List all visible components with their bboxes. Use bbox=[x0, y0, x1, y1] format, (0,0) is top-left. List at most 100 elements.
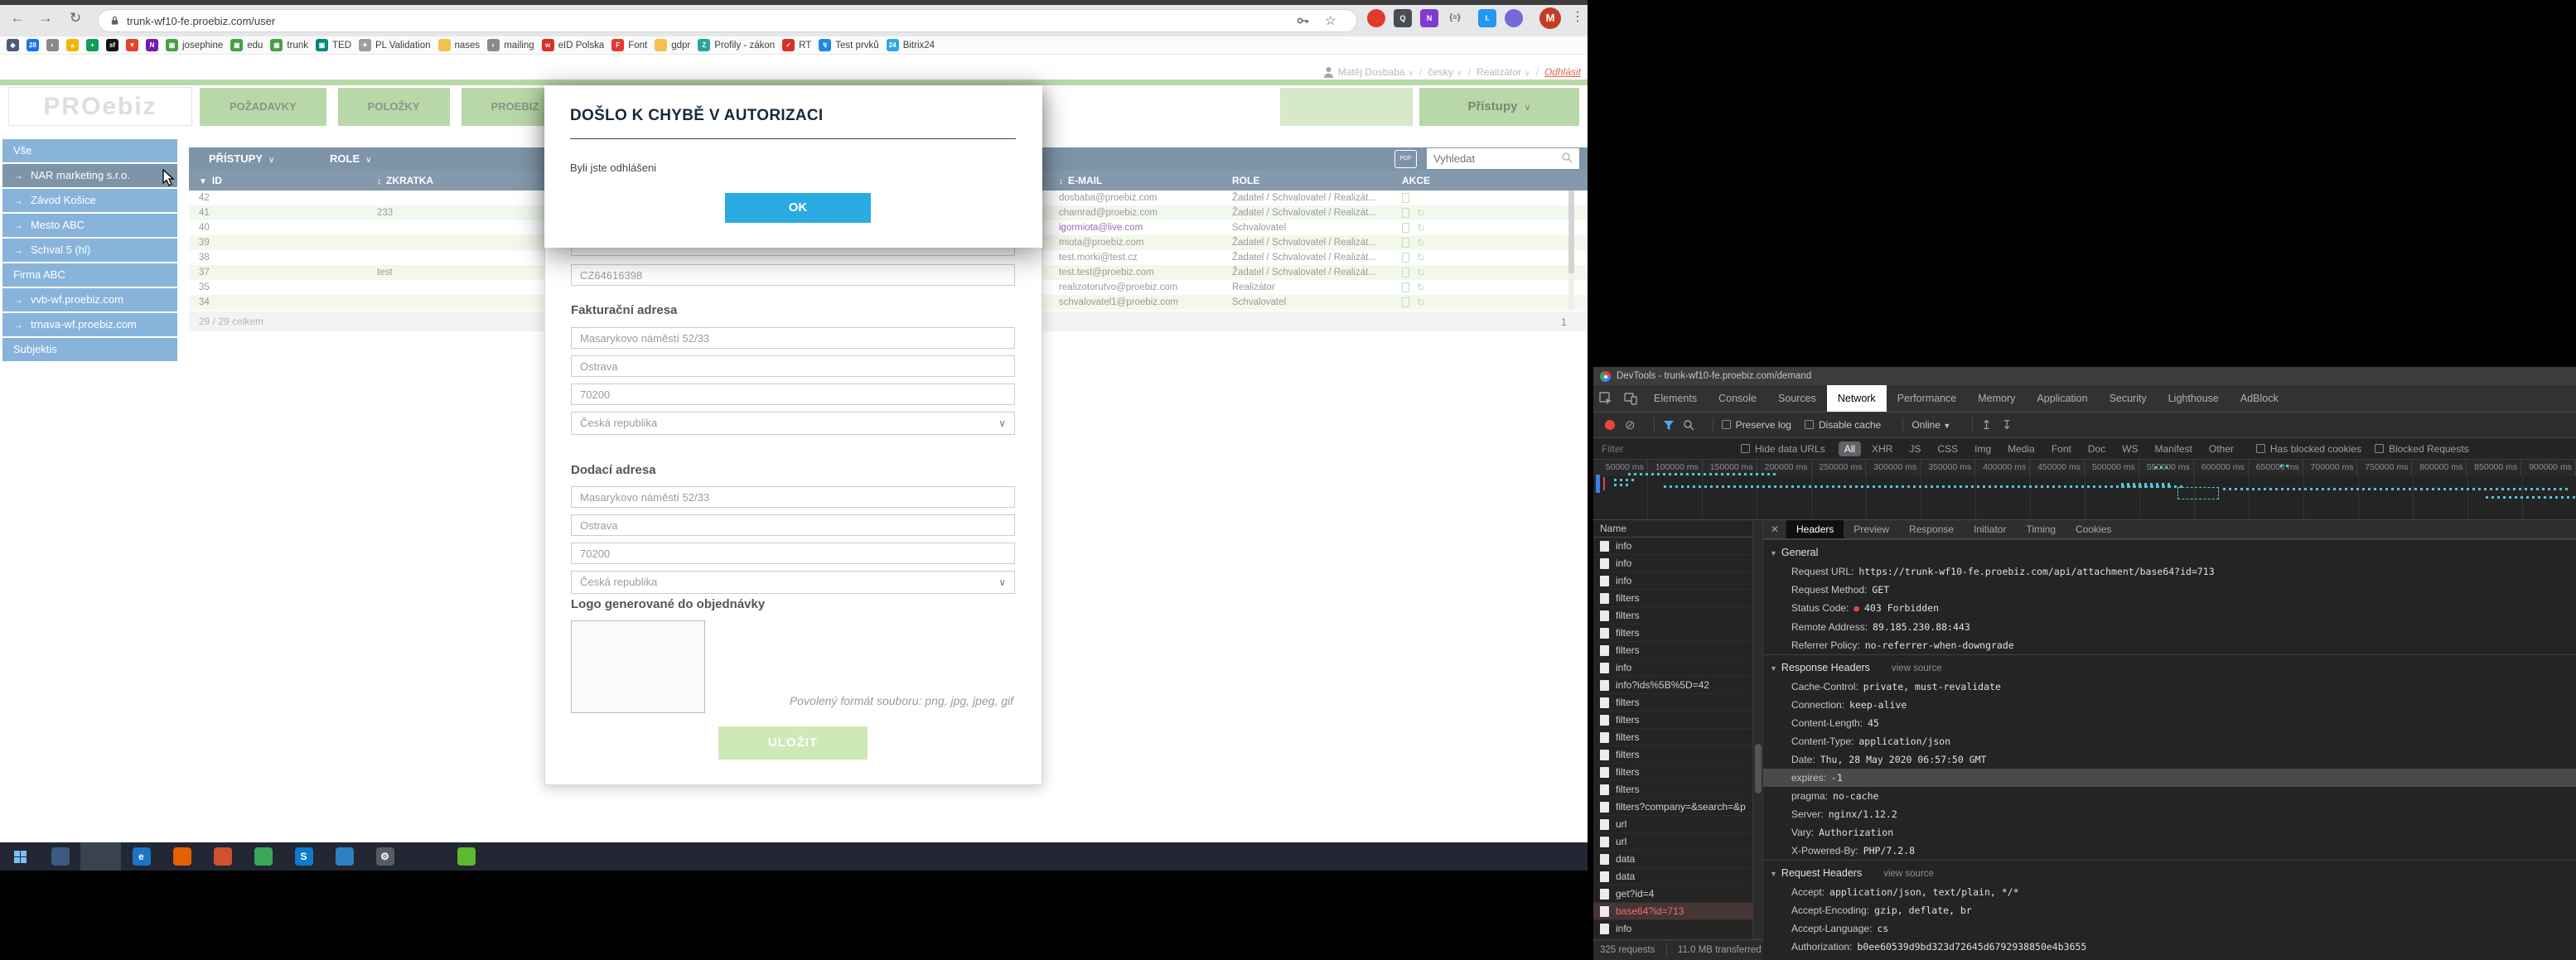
devtools-tab[interactable]: Network bbox=[1826, 385, 1887, 412]
forward-icon[interactable]: → bbox=[35, 10, 56, 27]
back-icon[interactable]: ← bbox=[7, 10, 28, 27]
filter-pill[interactable]: Other bbox=[2203, 441, 2240, 456]
filter-pill[interactable]: Img bbox=[1969, 441, 1997, 456]
bookmark-item[interactable]: Z Profily - zákon bbox=[698, 39, 775, 51]
request-row[interactable]: info bbox=[1593, 572, 1752, 590]
taskbar-app[interactable]: S bbox=[283, 842, 324, 871]
devtools-tab[interactable]: Memory bbox=[1967, 385, 2026, 412]
bookmark-item[interactable]: ◐ bbox=[46, 39, 59, 51]
extension-icon[interactable] bbox=[1505, 9, 1523, 27]
request-row[interactable]: data bbox=[1593, 868, 1752, 885]
copy-icon[interactable] bbox=[1402, 297, 1409, 307]
shipping-zip-field[interactable] bbox=[571, 543, 1015, 564]
devtools-tab[interactable]: Lighthouse bbox=[2158, 385, 2230, 412]
devtools-tab[interactable]: Console bbox=[1708, 385, 1767, 412]
shipping-country-select[interactable]: Česká republika ∨ bbox=[571, 571, 1015, 594]
header-row[interactable]: ▼Remote Address:89.185.230.88:443 bbox=[1763, 618, 2576, 636]
app-logo[interactable]: PROebiz bbox=[8, 87, 192, 126]
request-row[interactable]: filters bbox=[1593, 590, 1752, 607]
sidebar-item[interactable]: → vvb-wf.proebiz.com bbox=[2, 288, 177, 311]
shipping-city-field[interactable] bbox=[571, 514, 1015, 536]
detail-tab[interactable]: Headers bbox=[1786, 520, 1844, 538]
bookmark-item[interactable]: 24 Bitrix24 bbox=[886, 39, 935, 51]
sidebar-item[interactable]: → Mesto ABC bbox=[2, 214, 177, 237]
column-header-id[interactable]: ▼ ID bbox=[199, 171, 222, 192]
sidebar-item[interactable]: →Subjektis bbox=[2, 338, 177, 361]
billing-country-select[interactable]: Česká republika ∨ bbox=[571, 412, 1015, 435]
bookmark-item[interactable]: ▣ edu bbox=[230, 39, 263, 51]
has-blocked-cookies-checkbox[interactable]: Has blocked cookies bbox=[2255, 443, 2361, 455]
preserve-log-checkbox[interactable]: Preserve log bbox=[1721, 419, 1791, 431]
header-row[interactable]: ▼Authorization:b0ee60539d9bd323d72645d67… bbox=[1763, 938, 2576, 956]
menu-role[interactable]: ROLE ∨ bbox=[330, 147, 371, 172]
bookmark-item[interactable]: ▼ bbox=[126, 39, 138, 51]
request-row[interactable]: filters bbox=[1593, 625, 1752, 642]
detail-tab[interactable]: Cookies bbox=[2066, 520, 2121, 538]
browser-menu-icon[interactable]: ⋮ bbox=[1571, 8, 1584, 25]
taskbar-app[interactable] bbox=[162, 842, 202, 871]
taskbar-app[interactable] bbox=[80, 842, 121, 871]
search-input[interactable] bbox=[1427, 148, 1579, 169]
pristupy-button[interactable]: Přístupy ∨ bbox=[1419, 88, 1579, 126]
request-row[interactable]: data bbox=[1593, 851, 1752, 868]
header-row[interactable]: ▼Referrer Policy:no-referrer-when-downgr… bbox=[1763, 636, 2576, 654]
copy-icon[interactable] bbox=[1402, 268, 1409, 277]
bookmark-item[interactable]: ▲ bbox=[66, 39, 79, 51]
blocked-requests-checkbox[interactable]: Blocked Requests bbox=[2374, 443, 2469, 455]
sidebar-item[interactable]: →Vše bbox=[2, 139, 177, 162]
copy-icon[interactable] bbox=[1402, 193, 1409, 203]
scrollbar-thumb[interactable] bbox=[1755, 744, 1762, 794]
bookmark-item[interactable]: w eID Polska bbox=[541, 39, 604, 51]
request-row[interactable]: base64?id=713 bbox=[1593, 903, 1752, 920]
key-icon[interactable] bbox=[1297, 15, 1310, 27]
request-row[interactable]: filters bbox=[1593, 607, 1752, 625]
logo-upload-box[interactable] bbox=[571, 620, 705, 713]
taskbar-app[interactable] bbox=[405, 842, 446, 871]
bookmark-item[interactable]: ✦ PL Validation bbox=[359, 39, 431, 51]
bookmark-item[interactable]: ▣ TED bbox=[316, 39, 351, 51]
column-header-akce[interactable]: AKCE bbox=[1402, 171, 1430, 191]
url-text[interactable]: trunk-wf10-fe.proebiz.com/user bbox=[127, 15, 275, 27]
logout-link[interactable]: Odhlásit bbox=[1544, 66, 1581, 78]
language-select[interactable]: česky bbox=[1428, 66, 1453, 78]
extension-icon[interactable]: {≡} bbox=[1446, 9, 1464, 27]
taskbar-app[interactable] bbox=[324, 842, 365, 871]
header-row[interactable]: ▼Date:Thu, 28 May 2020 06:57:50 GMT bbox=[1763, 750, 2576, 769]
devtools-tab[interactable]: Sources bbox=[1767, 385, 1827, 412]
bookmark-item[interactable]: ▣ josephine bbox=[166, 39, 223, 51]
bookmark-item[interactable]: gdpr bbox=[655, 39, 690, 51]
bookmark-star-icon[interactable]: ☆ bbox=[1325, 12, 1336, 29]
table-scrollbar[interactable] bbox=[1568, 191, 1574, 310]
search-icon[interactable] bbox=[1683, 419, 1694, 431]
network-overview[interactable] bbox=[1593, 476, 2576, 520]
header-row[interactable]: ▼Content-Type:application/json bbox=[1763, 732, 2576, 750]
filter-funnel-icon[interactable] bbox=[1663, 420, 1675, 431]
request-row[interactable]: filters bbox=[1593, 746, 1752, 764]
sidebar-item[interactable]: → NAR marketing s.r.o. bbox=[2, 164, 177, 187]
sidebar-item[interactable]: → trnava-wf.proebiz.com bbox=[2, 313, 177, 336]
request-row[interactable]: url bbox=[1593, 816, 1752, 833]
billing-city-field[interactable] bbox=[571, 355, 1015, 377]
header-row[interactable]: ▼X-Powered-By:PHP/7.2.8 bbox=[1763, 842, 2576, 860]
request-row[interactable]: filters?company=&search=&p bbox=[1593, 798, 1752, 816]
name-column-header[interactable]: Name bbox=[1593, 520, 1752, 538]
header-row[interactable]: ▼Cache-Control:private, must-revalidate bbox=[1763, 678, 2576, 696]
bookmark-item[interactable]: nases bbox=[437, 39, 480, 51]
refresh-icon[interactable]: ↻ bbox=[1417, 267, 1425, 278]
filter-input[interactable] bbox=[1600, 441, 1741, 456]
header-row[interactable]: ▼Content-Length:45 bbox=[1763, 714, 2576, 732]
extension-icon[interactable]: I. bbox=[1478, 9, 1496, 27]
filter-pill[interactable]: JS bbox=[1903, 441, 1926, 456]
detail-tab[interactable]: Response bbox=[1899, 520, 1964, 538]
header-row[interactable]: ▼Accept-Encoding:gzip, deflate, br bbox=[1763, 901, 2576, 919]
filter-pill[interactable]: Media bbox=[2002, 441, 2041, 456]
extension-icon[interactable] bbox=[1367, 9, 1385, 27]
export-pdf-icon[interactable]: PDF bbox=[1394, 150, 1417, 168]
request-row[interactable]: info bbox=[1593, 555, 1752, 572]
request-row[interactable]: url bbox=[1593, 833, 1752, 851]
bookmark-item[interactable]: ▣ trunk bbox=[270, 39, 308, 51]
device-toolbar-icon[interactable] bbox=[1618, 385, 1643, 412]
close-icon[interactable]: ✕ bbox=[1763, 520, 1786, 538]
filter-pill[interactable]: CSS bbox=[1931, 441, 1964, 456]
header-row[interactable]: ▼ General bbox=[1763, 539, 2576, 562]
